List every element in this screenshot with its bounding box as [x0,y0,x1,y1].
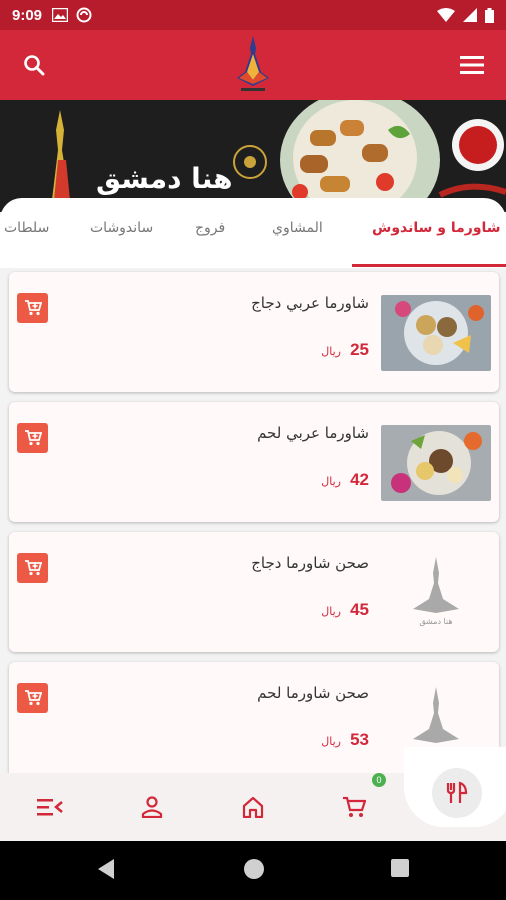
menu-items-list[interactable]: شاورما عربي دجاج 25 ريال شاورما عربي لحم… [0,268,506,773]
restaurant-logo [237,36,269,91]
tab-chicken[interactable]: فروج [195,220,225,236]
add-cart-icon [24,560,42,576]
menu-item-card[interactable]: هنا دمشق صحن شاورما دجاج 45 ريال [9,532,499,652]
active-tab-indicator [352,264,506,267]
item-currency: ريال [321,345,341,358]
item-name: شاورما عربي لحم [257,424,369,442]
sync-notification-icon [76,7,92,23]
menu-button[interactable] [454,47,490,83]
restaurant-menu-icon [446,781,468,803]
item-photo [381,295,491,371]
add-to-cart-button[interactable] [17,293,48,323]
hamburger-menu-icon [460,56,484,74]
tab-salads[interactable]: سلطات [4,220,49,236]
item-price: 53 [350,730,369,749]
signal-icon [463,8,477,22]
menu-item-card[interactable]: شاورما عربي دجاج 25 ريال [9,272,499,392]
nav-cart[interactable] [338,791,370,823]
promo-banner[interactable]: هنا دمشق [0,100,506,212]
back-icon[interactable] [96,858,116,880]
wifi-icon [437,8,455,22]
add-to-cart-button[interactable] [17,553,48,583]
add-to-cart-button[interactable] [17,683,48,713]
battery-icon [485,7,494,23]
gallery-notification-icon [52,8,69,22]
item-photo [381,425,491,501]
item-currency: ريال [321,605,341,618]
nav-list-menu[interactable] [34,791,66,823]
item-currency: ريال [321,475,341,488]
tab-grills[interactable]: المشاوي [272,220,323,236]
item-name: صحن شاورما دجاج [251,554,369,572]
search-button[interactable] [16,47,52,83]
user-icon [141,796,163,818]
category-tabs: شاورما و ساندوش المشاوي فروج ساندوشات سل… [0,198,506,268]
bottom-navigation: 0 [0,747,506,841]
add-cart-icon [24,430,42,446]
add-to-cart-button[interactable] [17,423,48,453]
item-name: شاورما عربي دجاج [251,294,369,312]
home-icon [242,796,264,818]
status-bar: 9:09 [0,0,506,30]
item-price: 45 [350,600,369,619]
recents-icon[interactable] [390,858,410,878]
nav-profile[interactable] [136,791,168,823]
menu-item-card[interactable]: شاورما عربي لحم 42 ريال [9,402,499,522]
cart-count-badge: 0 [372,773,386,787]
banner-brand-text: هنا دمشق [96,162,233,195]
list-menu-icon [37,799,63,816]
home-circle-icon[interactable] [243,858,265,880]
status-time: 9:09 [12,6,43,24]
nav-home[interactable] [237,791,269,823]
restaurant-menu-fab[interactable] [432,768,482,818]
item-currency: ريال [321,735,341,748]
tab-sandwiches[interactable]: ساندوشات [90,220,153,236]
cart-icon [343,796,366,817]
app-bar [0,30,506,100]
item-placeholder-image: هنا دمشق [381,555,491,631]
banner-artwork [52,100,506,212]
placeholder-caption: هنا دمشق [419,617,453,626]
search-icon [24,55,45,76]
item-price: 25 [350,340,369,359]
item-name: صحن شاورما لحم [257,684,369,702]
add-cart-icon [24,690,42,706]
system-navigation-bar [0,841,506,900]
add-cart-icon [24,300,42,316]
item-price: 42 [350,470,369,489]
tab-shawarma-sandwich[interactable]: شاورما و ساندوش [372,220,501,236]
